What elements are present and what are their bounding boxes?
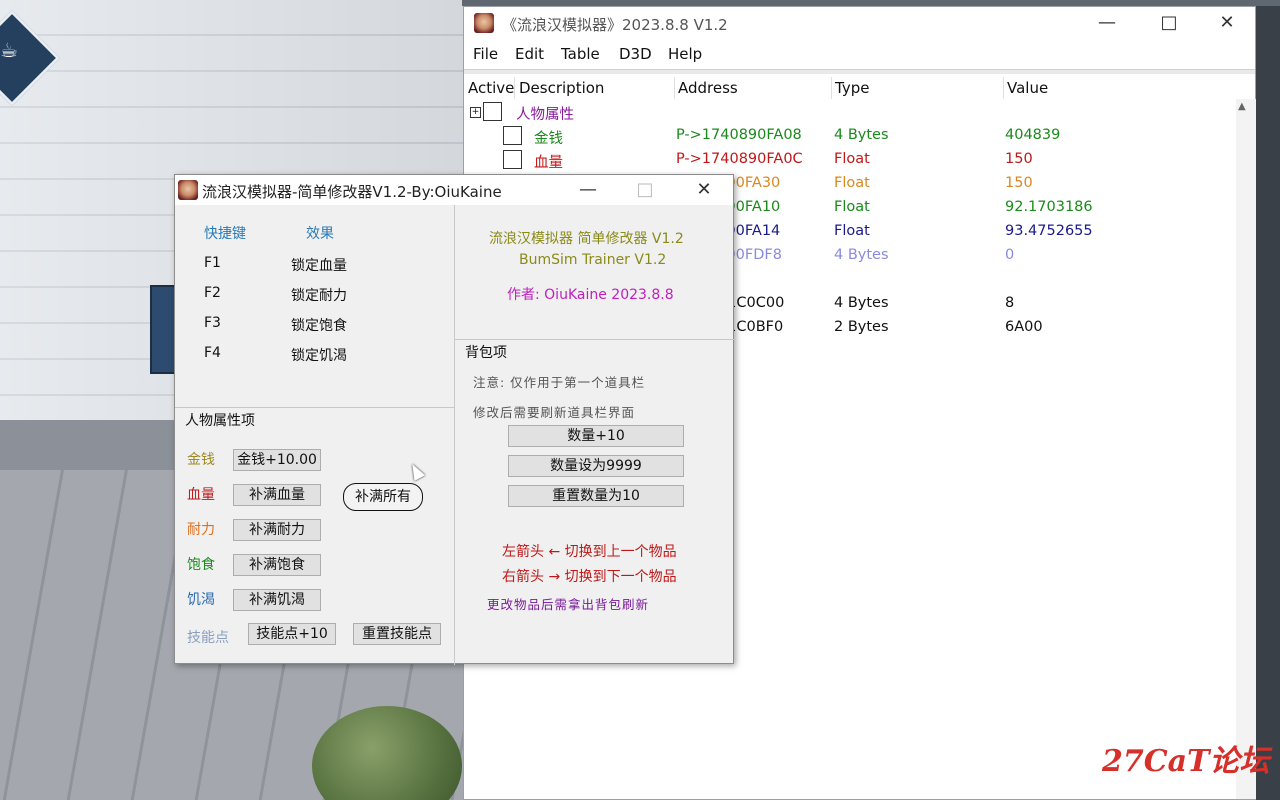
- hotkey-f4: F4: [204, 345, 221, 361]
- entry-value[interactable]: 93.4752655: [1005, 223, 1093, 239]
- bag-note: 注意: 仅作用于第一个道具栏: [473, 375, 646, 390]
- expand-icon[interactable]: +: [470, 107, 481, 118]
- column-divider: [831, 77, 832, 99]
- hotkey-f3: F3: [204, 315, 221, 331]
- menu-edit[interactable]: Edit: [515, 45, 544, 63]
- hotkey-header: 快捷键: [204, 226, 246, 242]
- entry-value[interactable]: 6A00: [1005, 319, 1043, 335]
- trainer-title: 流浪汉模拟器-简单修改器V1.2-By:OiuKaine: [202, 183, 502, 201]
- entry-type[interactable]: Float: [834, 175, 870, 191]
- entry-type[interactable]: 2 Bytes: [834, 319, 889, 335]
- entry-description[interactable]: 血量: [534, 151, 563, 172]
- hotkey-effect: 锁定耐力: [291, 288, 347, 304]
- effect-header: 效果: [306, 226, 334, 242]
- trainer-close-button[interactable]: ✕: [681, 175, 727, 205]
- entry-checkbox[interactable]: [503, 126, 522, 145]
- arrow-right-hint: 右箭头 → 切换到下一个物品: [502, 569, 677, 585]
- column-type[interactable]: Type: [835, 79, 869, 97]
- bag-group-title: 背包项: [463, 342, 509, 362]
- cup-icon: ☕: [0, 38, 18, 62]
- reset-skill-button[interactable]: 重置技能点: [353, 623, 441, 645]
- attributes-group-title: 人物属性项: [183, 410, 257, 430]
- cheat-engine-app-icon: [474, 13, 494, 33]
- entry-description[interactable]: 金钱: [534, 127, 563, 148]
- entry-value[interactable]: 150: [1005, 175, 1033, 191]
- entry-value[interactable]: 92.1703186: [1005, 199, 1093, 215]
- vertical-scrollbar[interactable]: ▲: [1236, 99, 1256, 799]
- entry-value[interactable]: 150: [1005, 151, 1033, 167]
- bag-refresh-hint: 更改物品后需拿出背包刷新: [487, 597, 650, 612]
- maximize-button[interactable]: □: [1146, 8, 1192, 38]
- entry-checkbox[interactable]: [503, 150, 522, 169]
- trainer-window: 流浪汉模拟器-简单修改器V1.2-By:OiuKaine — □ ✕ 快捷键 效…: [174, 174, 734, 665]
- skill-label: 技能点: [187, 630, 229, 646]
- fill-stamina-button[interactable]: 补满耐力: [233, 519, 321, 541]
- trainer-maximize-button: □: [636, 179, 654, 200]
- column-divider: [674, 77, 675, 99]
- minimize-button[interactable]: —: [1084, 8, 1130, 38]
- entry-type[interactable]: 4 Bytes: [834, 247, 889, 263]
- health-label: 血量: [187, 487, 215, 503]
- entry-address[interactable]: P->1740890FA0C: [676, 151, 803, 167]
- column-divider: [514, 77, 515, 99]
- menu-d3d[interactable]: D3D: [619, 45, 652, 63]
- fill-thirst-button[interactable]: 补满饥渴: [233, 589, 321, 611]
- info-subtitle: BumSim Trainer V1.2: [519, 252, 667, 268]
- info-author: 作者: OiuKaine 2023.8.8: [507, 287, 674, 303]
- panel-divider: [455, 339, 734, 340]
- window-title: 《流浪汉模拟器》2023.8.8 V1.2: [502, 16, 728, 34]
- entry-type[interactable]: 4 Bytes: [834, 127, 889, 143]
- hotkey-f1: F1: [204, 255, 221, 271]
- arrow-left-hint: 左箭头 ← 切换到上一个物品: [502, 544, 677, 560]
- group-checkbox[interactable]: [483, 102, 502, 121]
- column-value[interactable]: Value: [1007, 79, 1048, 97]
- panel-divider: [454, 205, 455, 665]
- column-divider: [1003, 77, 1004, 99]
- hotkey-effect: 锁定饥渴: [291, 348, 347, 364]
- quantity-reset-button[interactable]: 重置数量为10: [508, 485, 684, 507]
- food-label: 饱食: [187, 557, 215, 573]
- entry-type[interactable]: Float: [834, 199, 870, 215]
- fill-all-button[interactable]: 补满所有: [343, 483, 423, 511]
- menu-table[interactable]: Table: [561, 45, 600, 63]
- menu-bar: File Edit Table D3D Help: [464, 41, 1255, 67]
- close-button[interactable]: ✕: [1204, 8, 1250, 38]
- splitter-handle[interactable]: [464, 69, 1255, 74]
- column-description[interactable]: Description: [519, 79, 604, 97]
- quantity-max-button[interactable]: 数量设为9999: [508, 455, 684, 477]
- quantity-add-button[interactable]: 数量+10: [508, 425, 684, 447]
- trainer-minimize-button[interactable]: —: [565, 175, 611, 205]
- entry-type[interactable]: 4 Bytes: [834, 295, 889, 311]
- entry-type[interactable]: Float: [834, 151, 870, 167]
- entry-value[interactable]: 0: [1005, 247, 1014, 263]
- hotkey-effect: 锁定饱食: [291, 318, 347, 334]
- column-active[interactable]: Active: [468, 79, 514, 97]
- add-money-button[interactable]: 金钱+10.00: [233, 449, 321, 471]
- menu-help[interactable]: Help: [668, 45, 702, 63]
- scroll-up-icon[interactable]: ▲: [1238, 101, 1246, 112]
- entry-value[interactable]: 404839: [1005, 127, 1060, 143]
- trainer-titlebar: 流浪汉模拟器-简单修改器V1.2-By:OiuKaine — □ ✕: [175, 175, 733, 205]
- hotkey-effect: 锁定血量: [291, 258, 347, 274]
- add-skill-button[interactable]: 技能点+10: [248, 623, 336, 645]
- thirst-label: 饥渴: [187, 592, 215, 608]
- hotkey-f2: F2: [204, 285, 221, 301]
- fill-food-button[interactable]: 补满饱食: [233, 554, 321, 576]
- info-title: 流浪汉模拟器 简单修改器 V1.2: [489, 231, 684, 247]
- group-description[interactable]: 人物属性: [516, 103, 574, 124]
- entry-address[interactable]: P->1740890FA08: [676, 127, 802, 143]
- stamina-label: 耐力: [187, 522, 215, 538]
- bag-note: 修改后需要刷新道具栏界面: [473, 405, 636, 420]
- column-address[interactable]: Address: [678, 79, 738, 97]
- panel-divider: [175, 407, 454, 408]
- background-strip: [1256, 0, 1280, 800]
- money-label: 金钱: [187, 452, 215, 468]
- entry-value[interactable]: 8: [1005, 295, 1014, 311]
- trainer-app-icon: [178, 180, 198, 200]
- fill-health-button[interactable]: 补满血量: [233, 484, 321, 506]
- menu-file[interactable]: File: [473, 45, 498, 63]
- entry-type[interactable]: Float: [834, 223, 870, 239]
- watermark: 27CaT论坛: [1102, 744, 1270, 779]
